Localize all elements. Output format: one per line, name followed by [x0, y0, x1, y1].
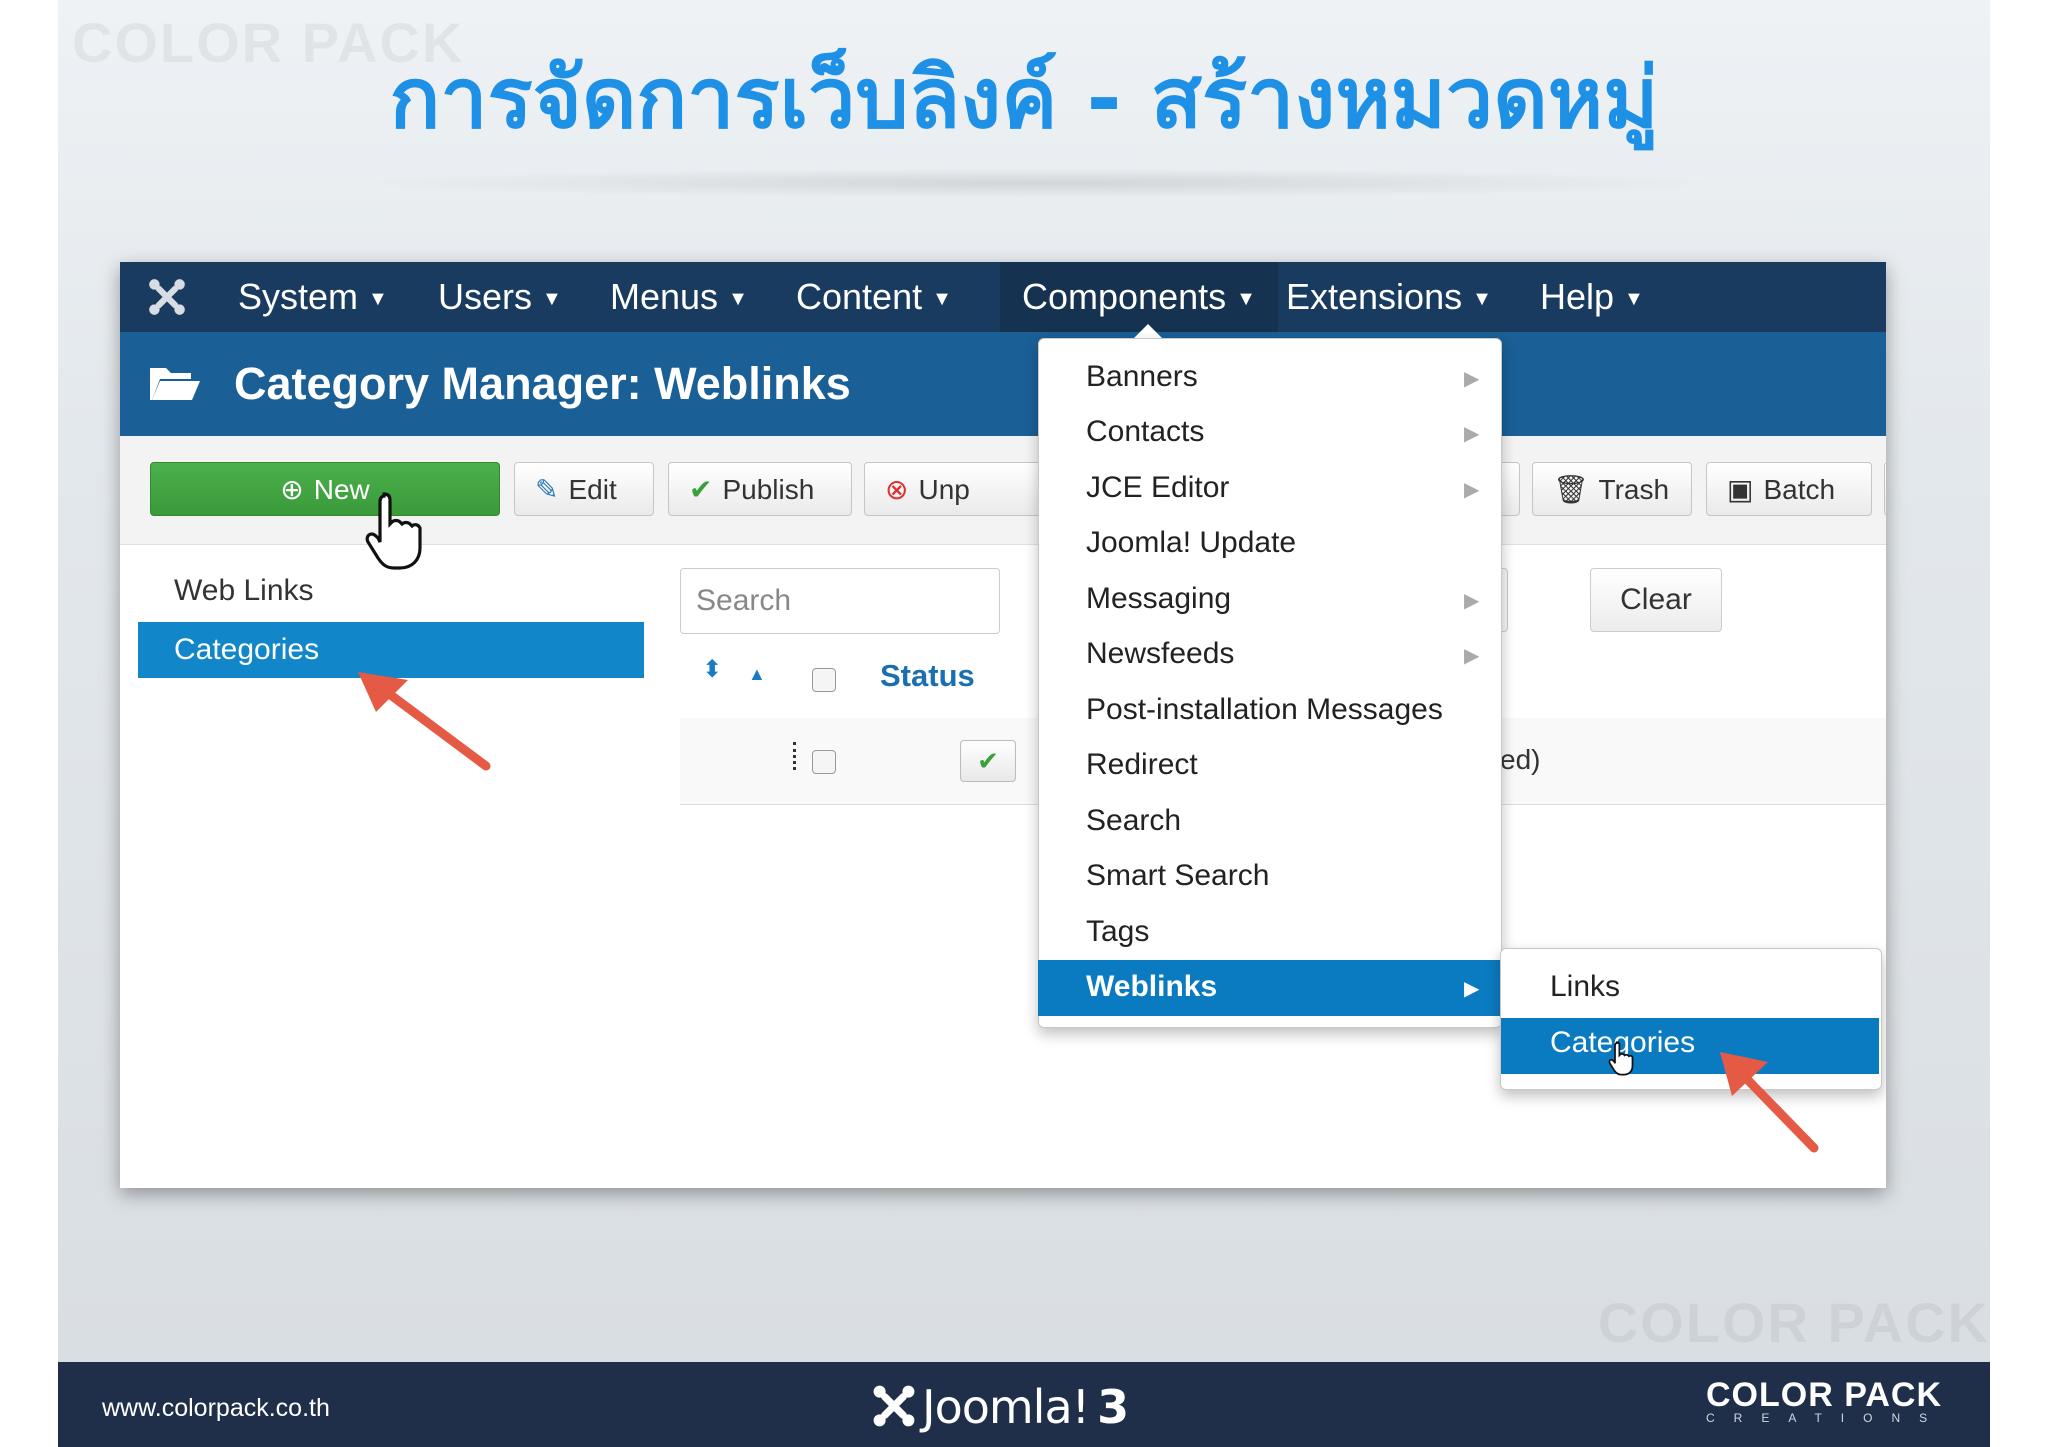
red-arrow-icon — [358, 672, 491, 771]
x-circle-icon: ⊗ — [885, 474, 909, 505]
unpublish-button[interactable]: ⊗ Unp — [864, 462, 1044, 516]
checkmark-icon: ✔ — [689, 474, 713, 505]
batch-icon: ▣ — [1727, 474, 1754, 505]
chevron-right-icon: ▶ — [1464, 978, 1480, 1000]
nav-label: Users — [438, 276, 533, 317]
folder-open-icon — [150, 368, 200, 400]
colorpack-logo: COLOR PACK CREATIONS — [1706, 1376, 1956, 1436]
nav-content[interactable]: Content ▼ — [796, 262, 952, 332]
drag-handle-icon[interactable] — [793, 742, 802, 770]
joomla-logo-icon — [873, 1385, 915, 1427]
red-arrow-icon — [1720, 1052, 1819, 1153]
column-status[interactable]: Status — [880, 658, 975, 694]
menu-item-search[interactable]: Search — [1086, 804, 1181, 838]
batch-button[interactable]: ▣ Batch — [1706, 462, 1872, 516]
batch-label: Batch — [1763, 474, 1836, 505]
chevron-right-icon: ▶ — [1464, 423, 1480, 445]
menu-item-post-installation-messages[interactable]: Post-installation Messages — [1086, 693, 1443, 727]
new-label: New — [313, 474, 370, 505]
nav-label: Menus — [610, 276, 719, 317]
nav-help[interactable]: Help ▼ — [1540, 262, 1644, 332]
menu-item-tags[interactable]: Tags — [1086, 915, 1149, 949]
checkmark-icon: ✔ — [977, 746, 999, 776]
nav-menus[interactable]: Menus ▼ — [610, 262, 748, 332]
new-button[interactable]: ⊕ New — [150, 462, 500, 516]
footer-url[interactable]: www.colorpack.co.th — [102, 1394, 330, 1423]
caret-down-icon: ▼ — [368, 288, 388, 311]
trash-icon: 🗑 — [1553, 474, 1589, 505]
menu-item-contacts[interactable]: Contacts — [1086, 415, 1204, 449]
menu-item-redirect[interactable]: Redirect — [1086, 748, 1198, 782]
nav-components[interactable]: Components ▼ — [1000, 262, 1278, 332]
slide: COLOR PACK COLOR PACK การจัดการเว็บลิงค์… — [58, 0, 1990, 1447]
publish-button[interactable]: ✔ Publish — [668, 462, 852, 516]
chevron-right-icon: ▶ — [1464, 645, 1480, 667]
nav-label: Components — [1022, 276, 1227, 317]
menu-item-jce-editor[interactable]: JCE Editor — [1086, 471, 1229, 505]
joomla-admin-screenshot: System ▼ Users ▼ Menus ▼ Content ▼ Component… — [120, 262, 1886, 1188]
hand-cursor-icon — [1608, 1041, 1634, 1076]
menu-item-messaging[interactable]: Messaging — [1086, 582, 1231, 616]
joomla-logo-icon[interactable] — [146, 276, 188, 318]
nav-extensions[interactable]: Extensions ▼ — [1286, 262, 1492, 332]
nav-label: Extensions — [1286, 276, 1463, 317]
edit-icon: ✎ — [535, 474, 559, 505]
page-title: Category Manager: Weblinks — [234, 358, 851, 409]
caret-down-icon: ▼ — [542, 288, 562, 311]
sort-up-icon[interactable]: ▲ — [748, 664, 766, 685]
select-all-checkbox[interactable] — [812, 668, 836, 692]
plus-circle-icon: ⊕ — [280, 474, 304, 505]
search-placeholder: Search — [696, 584, 792, 617]
trash-label: Trash — [1598, 474, 1670, 505]
joomla-wordmark: Joomla! 3 — [922, 1380, 1129, 1434]
hand-cursor-icon — [365, 492, 422, 570]
more-button[interactable] — [1884, 462, 1886, 516]
edit-button[interactable]: ✎ Edit — [514, 462, 654, 516]
menu-item-smart-search[interactable]: Smart Search — [1086, 859, 1269, 893]
slide-title: การจัดการเว็บลิงค์ - สร้างหมวดหมู่ — [389, 49, 1659, 147]
title-shadow — [348, 168, 1728, 198]
row-text: ed) — [1500, 744, 1541, 775]
trash-button[interactable]: 🗑 Trash — [1532, 462, 1692, 516]
menu-item-newsfeeds[interactable]: Newsfeeds — [1086, 637, 1234, 671]
caret-down-icon: ▼ — [932, 288, 952, 311]
dropdown-caret — [1134, 324, 1162, 338]
publish-label: Publish — [722, 474, 815, 505]
chevron-right-icon: ▶ — [1464, 368, 1480, 390]
edit-label: Edit — [568, 474, 617, 505]
sidebar-item-web-links[interactable]: Web Links — [174, 574, 314, 608]
nav-label: Content — [796, 276, 923, 317]
unpublish-label: Unp — [918, 474, 970, 505]
nav-system[interactable]: System ▼ — [238, 262, 388, 332]
chevron-right-icon: ▶ — [1464, 479, 1480, 501]
caret-down-icon: ▼ — [1624, 288, 1644, 311]
chevron-right-icon: ▶ — [1464, 590, 1480, 612]
clear-button[interactable]: Clear — [1590, 568, 1722, 632]
nav-label: Help — [1540, 276, 1615, 317]
published-status-toggle[interactable]: ✔ — [960, 740, 1016, 782]
sort-icon[interactable]: ⬍ — [702, 658, 722, 682]
joomla-version: 3 — [1097, 1380, 1129, 1434]
row-checkbox[interactable] — [812, 750, 836, 774]
menu-item-banners[interactable]: Banners — [1086, 360, 1198, 394]
slide-footer: www.colorpack.co.th Joomla! 3 COLOR PACK … — [58, 1362, 1990, 1447]
menu-item-weblinks[interactable]: Weblinks — [1086, 970, 1217, 1004]
brand-sub: CREATIONS — [1706, 1411, 1947, 1425]
caret-down-icon: ▼ — [1236, 288, 1256, 311]
caret-down-icon: ▼ — [728, 288, 748, 311]
submenu-item-links[interactable]: Links — [1550, 970, 1620, 1004]
brand-name: COLOR PACK — [1706, 1376, 1943, 1414]
nav-label: System — [238, 276, 359, 317]
menu-item-joomla-update[interactable]: Joomla! Update — [1086, 526, 1296, 560]
joomla-word: Joomla! — [922, 1380, 1090, 1434]
nav-users[interactable]: Users ▼ — [438, 262, 562, 332]
caret-down-icon: ▼ — [1472, 288, 1492, 311]
watermark: COLOR PACK — [1597, 1291, 1990, 1354]
